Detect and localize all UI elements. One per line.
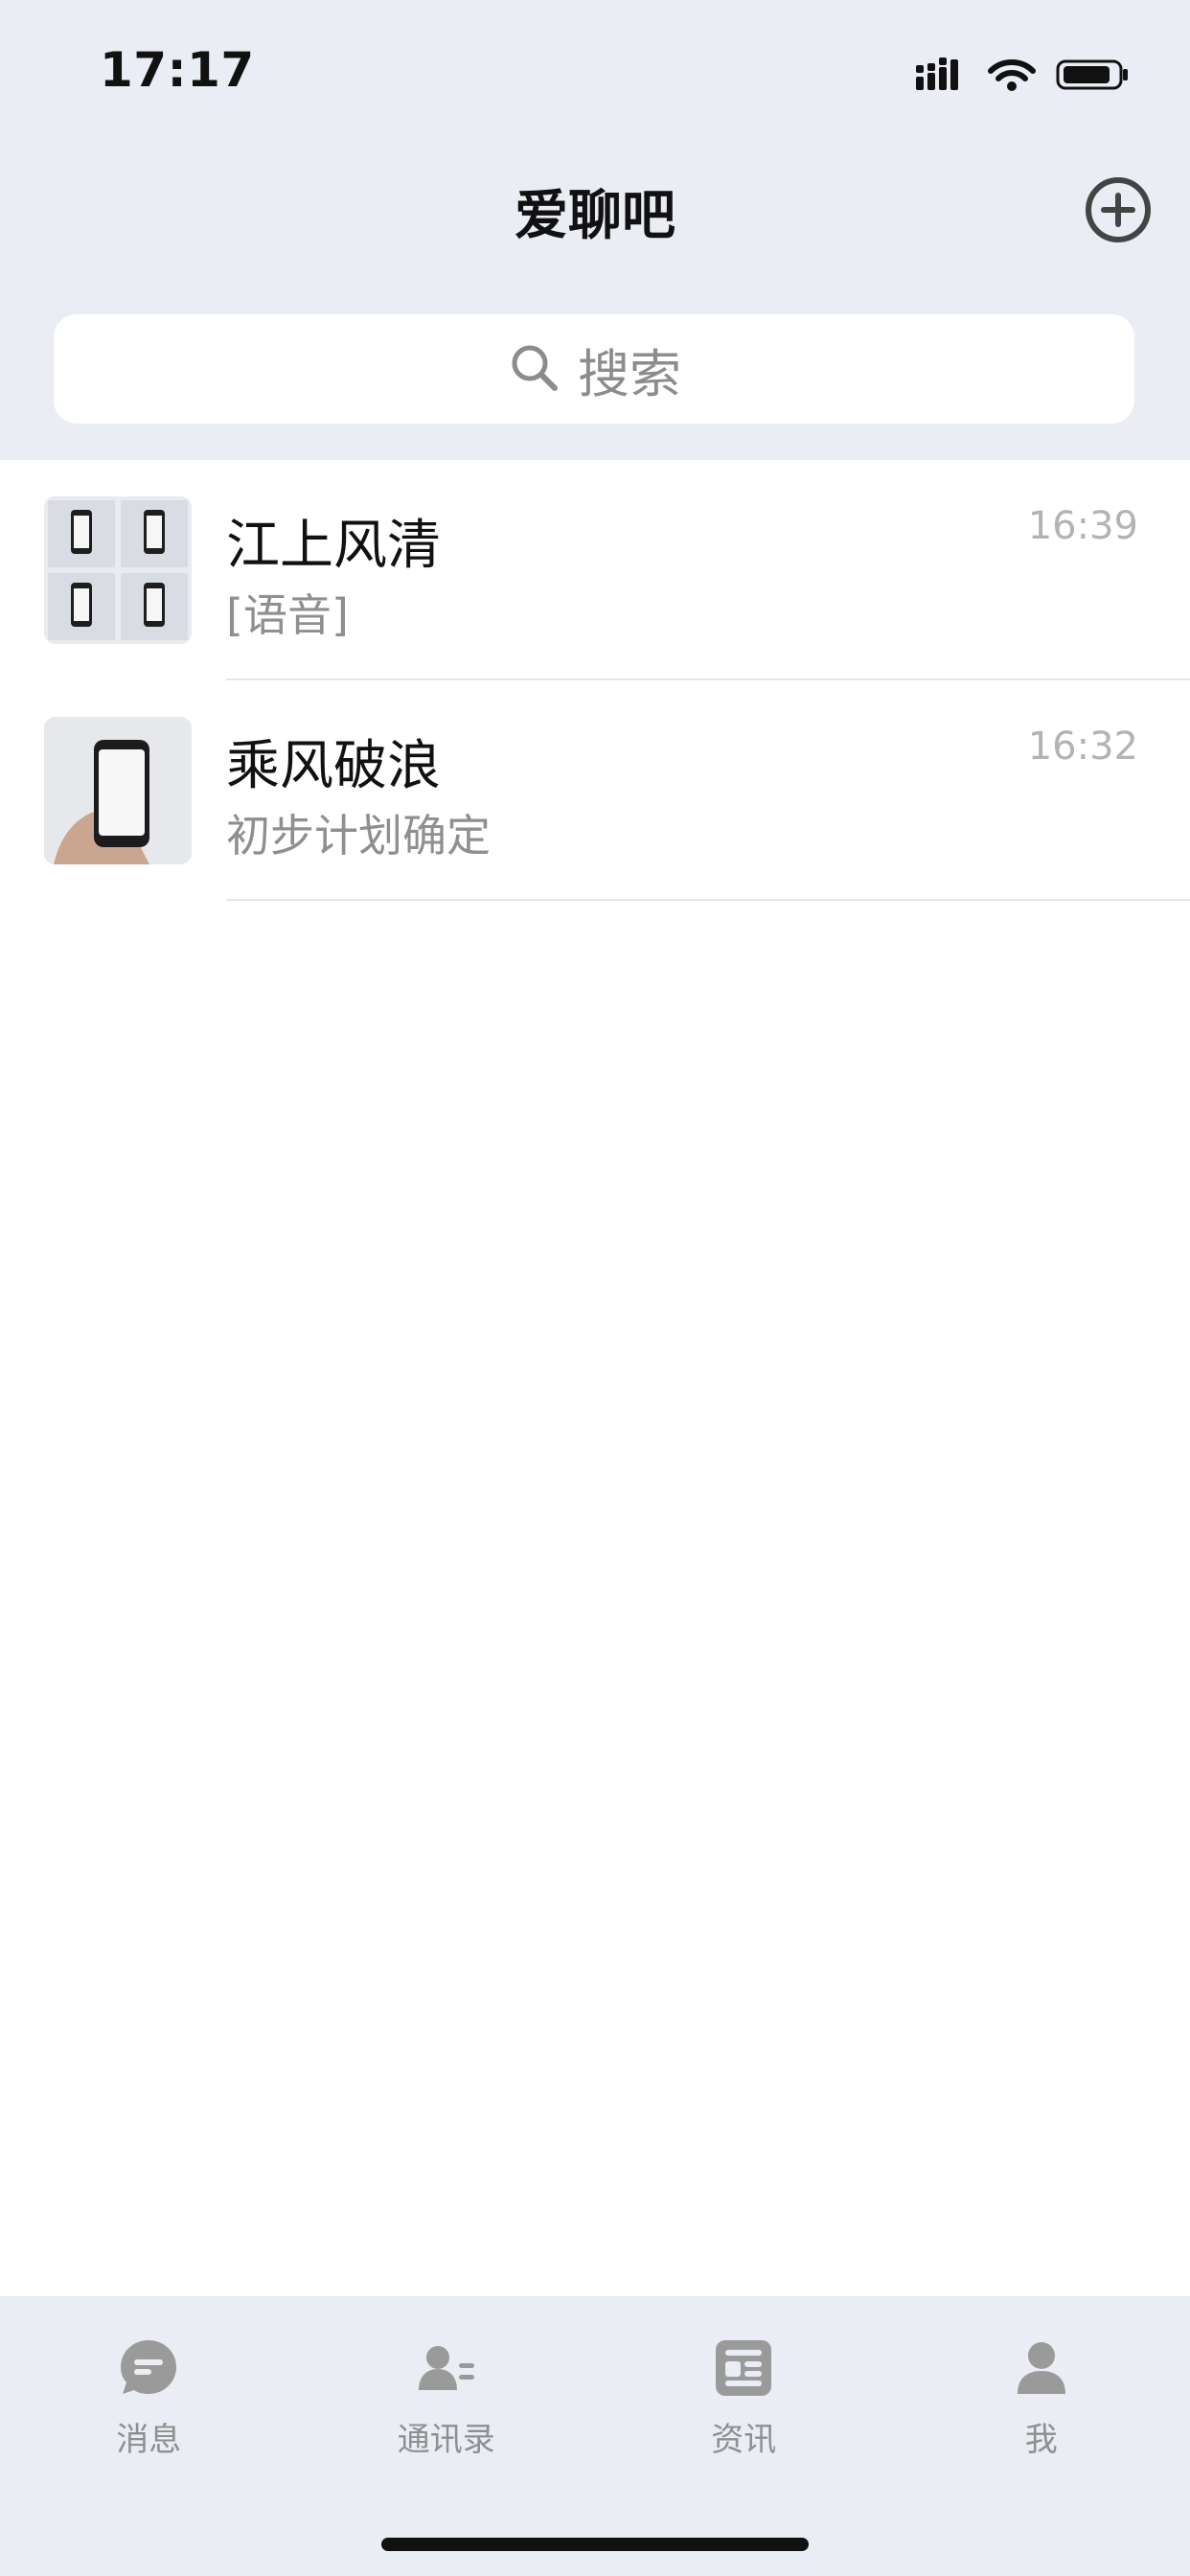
- wifi-icon: [985, 56, 1039, 98]
- tab-label: 资讯: [711, 2421, 777, 2459]
- search-bar[interactable]: 搜索: [54, 314, 1134, 424]
- chat-preview: [语音]: [226, 589, 349, 641]
- chat-time: 16:39: [1027, 504, 1138, 548]
- avatar: [44, 496, 192, 644]
- battery-icon: [1056, 56, 1133, 98]
- search-placeholder: 搜索: [578, 343, 681, 404]
- status-bar: 17:17: [0, 0, 1190, 144]
- contacts-icon: [415, 2336, 478, 2400]
- chat-time: 16:32: [1027, 724, 1138, 769]
- news-icon: [712, 2336, 775, 2400]
- nav-bar: 爱聊吧: [0, 163, 1190, 259]
- tab-contacts[interactable]: 通讯录: [298, 2336, 596, 2471]
- chat-name: 乘风破浪: [226, 735, 441, 797]
- chat-row[interactable]: 乘风破浪 初步计划确定 16:32: [0, 680, 1190, 901]
- chat-list: 江上风清 [语音] 16:39 乘风破浪 初步计划确定 16:32: [0, 460, 1190, 901]
- tab-messages[interactable]: 消息: [0, 2336, 298, 2471]
- home-indicator: [381, 2538, 809, 2551]
- plus-circle-icon: [1085, 177, 1152, 247]
- search-icon: [507, 340, 561, 398]
- avatar: [44, 717, 192, 864]
- top-area: 17:17 爱聊吧 搜索: [0, 0, 1190, 460]
- status-icons: [914, 56, 1133, 98]
- chat-name: 江上风清: [226, 515, 441, 577]
- chat-preview: 初步计划确定: [226, 810, 491, 862]
- row-divider: [226, 899, 1190, 901]
- user-icon: [1010, 2336, 1073, 2400]
- status-time: 17:17: [100, 42, 255, 98]
- signal-icon: [914, 56, 968, 98]
- tab-bar-items: 消息 通讯录 资讯 我: [0, 2336, 1190, 2471]
- tab-label: 我: [1024, 2421, 1058, 2459]
- bottom-tab-bar: 消息 通讯录 资讯 我: [0, 2296, 1190, 2576]
- message-icon: [117, 2336, 180, 2400]
- tab-label: 通讯录: [397, 2421, 495, 2459]
- add-button[interactable]: [1085, 176, 1152, 243]
- tab-label: 消息: [116, 2421, 182, 2459]
- chat-row[interactable]: 江上风清 [语音] 16:39: [0, 460, 1190, 680]
- tab-news[interactable]: 资讯: [595, 2336, 893, 2471]
- tab-me[interactable]: 我: [893, 2336, 1190, 2471]
- page-title: 爱聊吧: [515, 185, 675, 247]
